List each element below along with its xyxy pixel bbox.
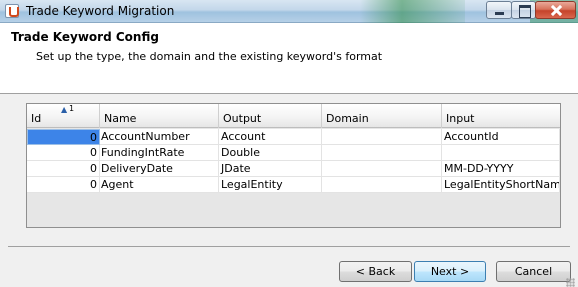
cell-id[interactable]: 0: [27, 129, 100, 145]
cell-domain[interactable]: [322, 161, 442, 177]
java-cup-icon: [5, 4, 19, 18]
page-title: Trade Keyword Config: [11, 30, 159, 44]
table-body: 0 AccountNumber Account AccountId 0 Fund…: [27, 129, 560, 193]
keyword-table[interactable]: Id ▲ 1 Name Output Domain Input 0 Accoun…: [26, 103, 561, 228]
column-header-domain[interactable]: Domain: [322, 104, 442, 128]
column-header-label: Output: [223, 112, 262, 125]
header-divider: [0, 93, 578, 94]
column-header-label: Name: [104, 112, 137, 125]
cell-name[interactable]: Agent: [100, 177, 219, 193]
wizard-header: Trade Keyword Config Set up the type, th…: [0, 23, 578, 93]
cell-output[interactable]: JDate: [219, 161, 322, 177]
table-header: Id ▲ 1 Name Output Domain Input: [27, 104, 560, 128]
footer-divider: [8, 246, 570, 247]
back-button[interactable]: < Back: [339, 261, 412, 282]
cell-name[interactable]: AccountNumber: [100, 129, 219, 145]
wizard-window: Trade Keyword Migration Trade Keyword Co…: [0, 0, 578, 287]
cell-domain[interactable]: [322, 129, 442, 145]
title-bar[interactable]: Trade Keyword Migration: [0, 0, 578, 23]
next-button[interactable]: Next >: [414, 261, 486, 282]
table-row[interactable]: 0 DeliveryDate JDate MM-DD-YYYY: [27, 161, 560, 177]
cell-input[interactable]: LegalEntityShortName: [442, 177, 560, 193]
close-button[interactable]: [535, 1, 576, 19]
cancel-button[interactable]: Cancel: [496, 261, 571, 282]
cell-input[interactable]: MM-DD-YYYY: [442, 161, 560, 177]
column-header-label: Domain: [326, 112, 369, 125]
column-header-label: Id: [31, 112, 42, 125]
cell-id[interactable]: 0: [27, 161, 100, 177]
cell-id[interactable]: 0: [27, 177, 100, 193]
titlebar-background-decor: [360, 0, 465, 23]
cell-output[interactable]: Account: [219, 129, 322, 145]
table-row[interactable]: 0 FundingIntRate Double: [27, 145, 560, 161]
column-header-output[interactable]: Output: [219, 104, 322, 128]
cell-output[interactable]: Double: [219, 145, 322, 161]
cell-name[interactable]: DeliveryDate: [100, 161, 219, 177]
column-header-input[interactable]: Input: [442, 104, 560, 128]
sort-ascending-icon: ▲: [61, 105, 68, 114]
column-header-name[interactable]: Name: [100, 104, 219, 128]
cell-domain[interactable]: [322, 145, 442, 161]
column-header-label: Input: [446, 112, 475, 125]
table-row[interactable]: 0 Agent LegalEntity LegalEntityShortName: [27, 177, 560, 193]
maximize-button[interactable]: [511, 1, 536, 19]
cell-output[interactable]: LegalEntity: [219, 177, 322, 193]
minimize-button[interactable]: [486, 1, 512, 19]
resize-grip-icon[interactable]: [565, 277, 575, 287]
sort-order-number: 1: [69, 104, 75, 113]
cell-id[interactable]: 0: [27, 145, 100, 161]
page-description: Set up the type, the domain and the exis…: [36, 50, 383, 63]
cell-name[interactable]: FundingIntRate: [100, 145, 219, 161]
window-title: Trade Keyword Migration: [26, 4, 175, 18]
table-row[interactable]: 0 AccountNumber Account AccountId: [27, 129, 560, 145]
cell-domain[interactable]: [322, 177, 442, 193]
cell-input[interactable]: AccountId: [442, 129, 560, 145]
cell-input[interactable]: [442, 145, 560, 161]
column-header-id[interactable]: Id ▲ 1: [27, 104, 100, 128]
